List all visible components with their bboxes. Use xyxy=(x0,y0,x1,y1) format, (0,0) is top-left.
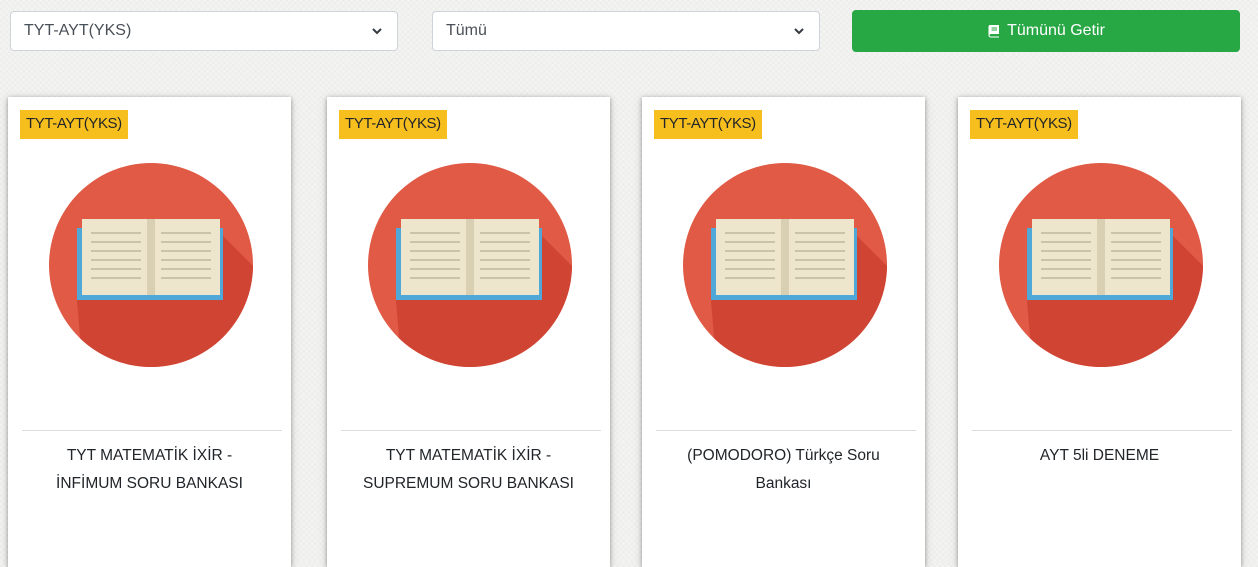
open-book-icon xyxy=(683,163,887,367)
book-card[interactable]: TYT-AYT(YKS) TYT MAT xyxy=(327,97,610,567)
open-book-icon xyxy=(49,163,253,367)
card-divider xyxy=(972,430,1232,431)
book-title[interactable]: (POMODORO) Türkçe Soru Bankası xyxy=(666,442,901,498)
book-card[interactable]: TYT-AYT(YKS) TYT MAT xyxy=(8,97,291,567)
category-select-value: TYT-AYT(YKS) xyxy=(24,22,132,39)
card-divider xyxy=(341,430,601,431)
category-badge: TYT-AYT(YKS) xyxy=(654,110,762,139)
fetch-all-button[interactable]: Tümünü Getir xyxy=(852,10,1240,52)
chevron-down-icon xyxy=(371,25,383,37)
open-book-icon xyxy=(999,163,1203,367)
book-title[interactable]: TYT MATEMATİK İXİR - SUPREMUM SORU BANKA… xyxy=(351,442,586,498)
card-divider xyxy=(22,430,282,431)
book-title[interactable]: AYT 5li DENEME xyxy=(982,442,1217,470)
book-title[interactable]: TYT MATEMATİK İXİR - İNFİMUM SORU BANKAS… xyxy=(32,442,267,498)
category-badge: TYT-AYT(YKS) xyxy=(970,110,1078,139)
category-badge: TYT-AYT(YKS) xyxy=(339,110,447,139)
filter-select-value: Tümü xyxy=(446,22,487,39)
card-divider xyxy=(656,430,916,431)
category-select[interactable]: TYT-AYT(YKS) xyxy=(10,11,398,51)
book-card[interactable]: TYT-AYT(YKS) (POMODORO) Türkçe Soru Bank… xyxy=(642,97,925,567)
filter-select[interactable]: Tümü xyxy=(432,11,820,51)
fetch-all-button-label: Tümünü Getir xyxy=(1007,22,1105,39)
book-card[interactable]: TYT-AYT(YKS) AYT 5li DENEME xyxy=(958,97,1241,567)
chevron-down-icon xyxy=(793,25,805,37)
book-icon xyxy=(987,24,1001,38)
book-card-grid: TYT-AYT(YKS) TYT MATEMATİK İXİR - İNFİMU… xyxy=(8,97,1253,567)
open-book-icon xyxy=(368,163,572,367)
category-badge: TYT-AYT(YKS) xyxy=(20,110,128,139)
